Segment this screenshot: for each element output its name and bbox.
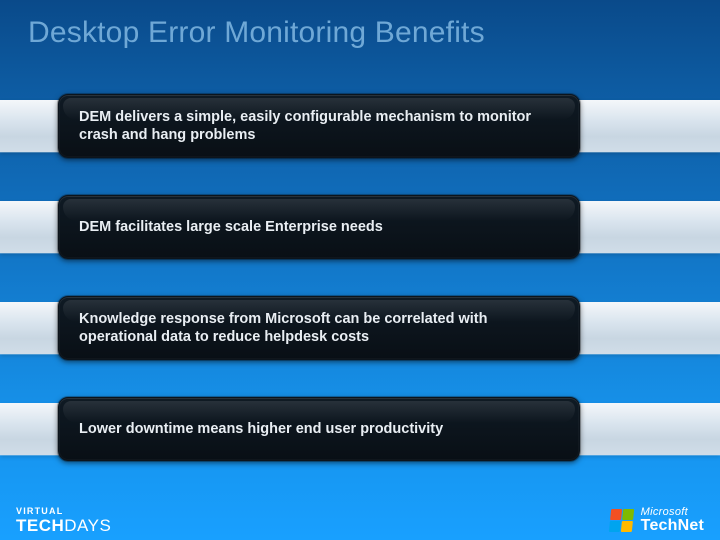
benefit-text: Knowledge response from Microsoft can be… [79,310,559,346]
benefit-pill: DEM facilitates large scale Enterprise n… [58,195,580,259]
ms-line2: TechNet [641,518,704,534]
footer: VIRTUAL TECHDAYS Microsoft TechNet [0,494,720,540]
list-item: Lower downtime means higher end user pro… [0,397,720,461]
flag-quadrant [610,509,622,520]
flag-quadrant [622,509,634,520]
benefit-list: DEM delivers a simple, easily configurab… [0,94,720,498]
flag-quadrant [608,521,620,532]
logo-line2-thin: DAYS [64,516,111,535]
benefit-pill: DEM delivers a simple, easily configurab… [58,94,580,158]
benefit-pill: Knowledge response from Microsoft can be… [58,296,580,360]
ms-logo-text: Microsoft TechNet [641,507,704,534]
virtual-techdays-logo: VIRTUAL TECHDAYS [16,507,111,534]
list-item: DEM facilitates large scale Enterprise n… [0,195,720,259]
logo-line2-bold: TECH [16,516,64,535]
windows-flag-icon [608,509,633,532]
benefit-text: DEM delivers a simple, easily configurab… [79,108,559,144]
logo-line1: VIRTUAL [16,507,111,516]
logo-line2: TECHDAYS [16,517,111,534]
page-title: Desktop Error Monitoring Benefits [28,16,485,50]
list-item: DEM delivers a simple, easily configurab… [0,94,720,158]
benefit-text: Lower downtime means higher end user pro… [79,420,443,438]
list-item: Knowledge response from Microsoft can be… [0,296,720,360]
microsoft-technet-logo: Microsoft TechNet [610,507,704,534]
benefit-pill: Lower downtime means higher end user pro… [58,397,580,461]
benefit-text: DEM facilitates large scale Enterprise n… [79,218,383,236]
flag-quadrant [620,521,632,532]
